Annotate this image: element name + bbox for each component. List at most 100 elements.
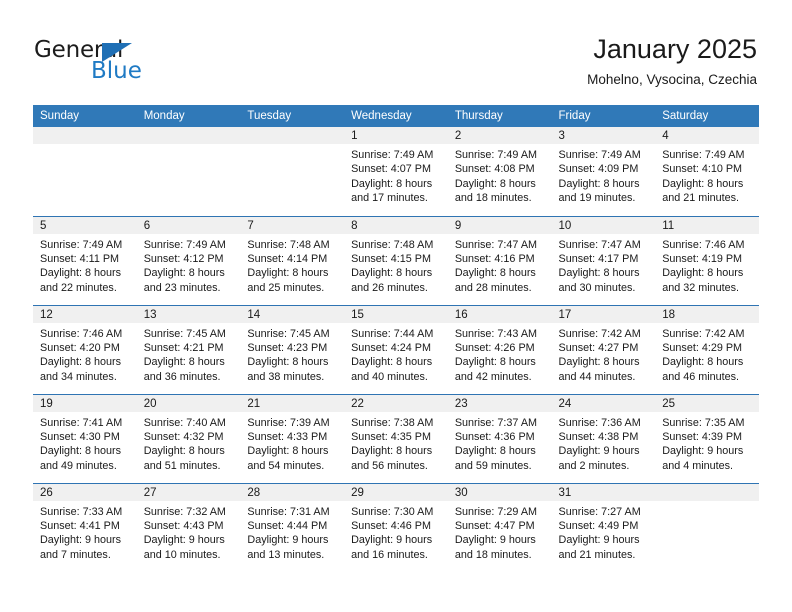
sunset-text: Sunset: 4:17 PM: [558, 252, 639, 265]
calendar-day-cell[interactable]: 9 Sunrise: 7:47 AM Sunset: 4:16 PM Daylight…: [447, 215, 552, 305]
day-cell-inner: 22 Sunrise: 7:38 AM Sunset: 4:35 PM Dayligh…: [344, 394, 448, 483]
sunrise-text: Sunrise: 7:30 AM: [351, 505, 434, 518]
calendar-day-cell[interactable]: 23 Sunrise: 7:37 AM Sunset: 4:36 PM Dayligh…: [447, 393, 552, 483]
calendar-day-cell[interactable]: 18 Sunrise: 7:42 AM Sunset: 4:29 PM Dayligh…: [655, 304, 759, 394]
calendar-header-row: Sunday Monday Tuesday Wednesday Thursday…: [33, 105, 759, 127]
calendar-day-cell[interactable]: 14 Sunrise: 7:45 AM Sunset: 4:23 PM Dayligh…: [240, 304, 345, 394]
sunrise-text: Sunrise: 7:49 AM: [558, 149, 641, 161]
day-details: Sunrise: 7:49 AM Sunset: 4:07 PM Daylight:…: [344, 144, 448, 206]
calendar-day-cell[interactable]: 19 Sunrise: 7:41 AM Sunset: 4:30 PM Dayligh…: [33, 393, 137, 483]
sunset-text: Sunset: 4:12 PM: [143, 252, 224, 265]
calendar-day-cell[interactable]: 12 Sunrise: 7:46 AM Sunset: 4:20 PM Dayligh…: [33, 304, 137, 394]
sunset-text: Sunset: 4:23 PM: [247, 341, 328, 354]
daylight-text-line1: Daylight: 8 hours: [662, 177, 744, 190]
day-number: 11: [655, 216, 759, 234]
calendar-day-cell[interactable]: 7 Sunrise: 7:48 AM Sunset: 4:14 PM Daylight…: [240, 215, 345, 305]
calendar-week-row: 12 Sunrise: 7:46 AM Sunset: 4:20 PM Dayligh…: [33, 304, 759, 394]
day-number: 19: [33, 394, 137, 412]
day-cell-inner: 23 Sunrise: 7:37 AM Sunset: 4:36 PM Dayligh…: [447, 394, 552, 483]
day-details: Sunrise: 7:42 AM Sunset: 4:29 PM Daylight:…: [655, 323, 759, 385]
weekday-header-thursday: Thursday: [447, 105, 552, 127]
calendar-day-cell[interactable]: 27 Sunrise: 7:32 AM Sunset: 4:43 PM Dayligh…: [136, 482, 241, 572]
daylight-text-line1: Daylight: 8 hours: [143, 445, 225, 458]
sunset-text: Sunset: 4:32 PM: [143, 430, 224, 443]
sunrise-text: Sunrise: 7:47 AM: [454, 238, 538, 251]
day-number: 9: [447, 216, 552, 234]
calendar-day-cell[interactable]: 5 Sunrise: 7:49 AM Sunset: 4:11 PM Daylight…: [33, 215, 137, 305]
day-details: Sunrise: 7:49 AM Sunset: 4:11 PM Daylight:…: [33, 234, 137, 296]
day-details: Sunrise: 7:32 AM Sunset: 4:43 PM Daylight:…: [137, 501, 241, 563]
day-details: Sunrise: 7:38 AM Sunset: 4:35 PM Daylight:…: [344, 412, 448, 474]
day-cell-inner: 29 Sunrise: 7:30 AM Sunset: 4:46 PM Dayligh…: [344, 483, 448, 573]
day-details: Sunrise: 7:37 AM Sunset: 4:36 PM Daylight:…: [448, 412, 552, 474]
day-details: Sunrise: 7:33 AM Sunset: 4:41 PM Daylight:…: [33, 501, 137, 563]
calendar-day-cell[interactable]: 16 Sunrise: 7:43 AM Sunset: 4:26 PM Dayligh…: [447, 304, 552, 394]
sunset-text: Sunset: 4:46 PM: [351, 519, 431, 532]
day-details: Sunrise: 7:41 AM Sunset: 4:30 PM Daylight:…: [33, 412, 137, 474]
calendar-day-cell[interactable]: 4 Sunrise: 7:49 AM Sunset: 4:10 PM Daylight…: [655, 127, 759, 216]
calendar-day-cell[interactable]: 17 Sunrise: 7:42 AM Sunset: 4:27 PM Dayligh…: [551, 304, 656, 394]
sunset-text: Sunset: 4:26 PM: [454, 341, 535, 354]
calendar-day-cell[interactable]: 13 Sunrise: 7:45 AM Sunset: 4:21 PM Dayligh…: [136, 304, 241, 394]
calendar-day-cell[interactable]: 10 Sunrise: 7:47 AM Sunset: 4:17 PM Dayligh…: [551, 215, 656, 305]
daylight-text-line2: and 7 minutes.: [40, 548, 111, 561]
day-number: [655, 483, 759, 501]
sunset-text: Sunset: 4:30 PM: [40, 430, 120, 443]
day-cell-inner: 20 Sunrise: 7:40 AM Sunset: 4:32 PM Dayligh…: [136, 394, 241, 483]
calendar-day-cell[interactable]: 26 Sunrise: 7:33 AM Sunset: 4:41 PM Dayligh…: [33, 482, 137, 572]
calendar-day-cell[interactable]: 8 Sunrise: 7:48 AM Sunset: 4:15 PM Daylight…: [344, 215, 448, 305]
daylight-text-line1: Daylight: 8 hours: [40, 356, 122, 369]
day-number: 16: [447, 305, 552, 323]
calendar-day-cell[interactable]: 1 Sunrise: 7:49 AM Sunset: 4:07 PM Daylight…: [344, 127, 448, 216]
calendar-day-cell[interactable]: 21 Sunrise: 7:39 AM Sunset: 4:33 PM Dayligh…: [240, 393, 345, 483]
calendar-day-cell-empty: [33, 127, 137, 216]
day-details: Sunrise: 7:31 AM Sunset: 4:44 PM Daylight:…: [240, 501, 344, 563]
sunset-text: Sunset: 4:19 PM: [662, 252, 743, 265]
daylight-text-line1: Daylight: 8 hours: [558, 356, 640, 369]
sunset-text: Sunset: 4:15 PM: [351, 252, 431, 265]
calendar-day-cell[interactable]: 3 Sunrise: 7:49 AM Sunset: 4:09 PM Daylight…: [551, 127, 656, 216]
calendar-day-cell[interactable]: 20 Sunrise: 7:40 AM Sunset: 4:32 PM Dayligh…: [136, 393, 241, 483]
day-cell-inner: 12 Sunrise: 7:46 AM Sunset: 4:20 PM Dayligh…: [33, 305, 137, 394]
sunset-text: Sunset: 4:27 PM: [558, 341, 639, 354]
day-number: 31: [551, 483, 656, 501]
calendar-day-cell[interactable]: 11 Sunrise: 7:46 AM Sunset: 4:19 PM Dayligh…: [655, 215, 759, 305]
sunset-text: Sunset: 4:24 PM: [351, 341, 431, 354]
daylight-text-line2: and 54 minutes.: [247, 459, 325, 472]
weekday-header-friday: Friday: [551, 105, 656, 127]
calendar-day-cell[interactable]: 6 Sunrise: 7:49 AM Sunset: 4:12 PM Daylight…: [136, 215, 241, 305]
day-cell-inner: 30 Sunrise: 7:29 AM Sunset: 4:47 PM Dayligh…: [447, 483, 552, 573]
calendar-day-cell[interactable]: 24 Sunrise: 7:36 AM Sunset: 4:38 PM Dayligh…: [551, 393, 656, 483]
calendar-day-cell[interactable]: 30 Sunrise: 7:29 AM Sunset: 4:47 PM Dayligh…: [447, 482, 552, 573]
calendar-day-cell[interactable]: 29 Sunrise: 7:30 AM Sunset: 4:46 PM Dayligh…: [344, 482, 448, 573]
calendar-day-cell[interactable]: 2 Sunrise: 7:49 AM Sunset: 4:08 PM Daylight…: [447, 127, 552, 216]
daylight-text-line2: and 49 minutes.: [40, 459, 117, 472]
day-number: 14: [240, 305, 345, 323]
daylight-text-line2: and 4 minutes.: [662, 459, 734, 472]
day-details: Sunrise: 7:39 AM Sunset: 4:33 PM Daylight:…: [240, 412, 344, 474]
day-details: Sunrise: 7:40 AM Sunset: 4:32 PM Daylight:…: [137, 412, 241, 474]
calendar-day-cell[interactable]: 22 Sunrise: 7:38 AM Sunset: 4:35 PM Dayligh…: [344, 393, 448, 483]
calendar-body: 1 Sunrise: 7:49 AM Sunset: 4:07 PM Daylight…: [33, 127, 759, 572]
daylight-text-line2: and 46 minutes.: [662, 370, 740, 383]
daylight-text-line1: Daylight: 8 hours: [662, 267, 744, 280]
sunset-text: Sunset: 4:41 PM: [40, 519, 120, 532]
sunrise-text: Sunrise: 7:42 AM: [662, 327, 745, 340]
day-number: 18: [655, 305, 759, 323]
calendar-day-cell[interactable]: 31 Sunrise: 7:27 AM Sunset: 4:49 PM Dayligh…: [551, 482, 656, 572]
calendar-day-cell[interactable]: 15 Sunrise: 7:44 AM Sunset: 4:24 PM Dayligh…: [344, 304, 448, 394]
sunrise-text: Sunrise: 7:49 AM: [40, 238, 123, 251]
calendar-day-cell-empty: [655, 482, 759, 572]
sunset-text: Sunset: 4:21 PM: [143, 341, 224, 354]
daylight-text-line2: and 36 minutes.: [143, 370, 221, 383]
daylight-text-line2: and 23 minutes.: [143, 281, 221, 294]
day-cell-inner: 16 Sunrise: 7:43 AM Sunset: 4:26 PM Dayligh…: [447, 305, 552, 394]
daylight-text-line1: Daylight: 9 hours: [143, 534, 225, 547]
daylight-text-line1: Daylight: 9 hours: [351, 534, 433, 547]
sunrise-text: Sunrise: 7:45 AM: [247, 327, 330, 340]
calendar-day-cell[interactable]: 28 Sunrise: 7:31 AM Sunset: 4:44 PM Dayligh…: [240, 482, 345, 572]
day-cell-inner: 18 Sunrise: 7:42 AM Sunset: 4:29 PM Dayligh…: [655, 305, 759, 394]
calendar-day-cell[interactable]: 25 Sunrise: 7:35 AM Sunset: 4:39 PM Dayligh…: [655, 393, 759, 483]
daylight-text-line2: and 40 minutes.: [351, 370, 428, 383]
day-number: 3: [551, 127, 656, 144]
